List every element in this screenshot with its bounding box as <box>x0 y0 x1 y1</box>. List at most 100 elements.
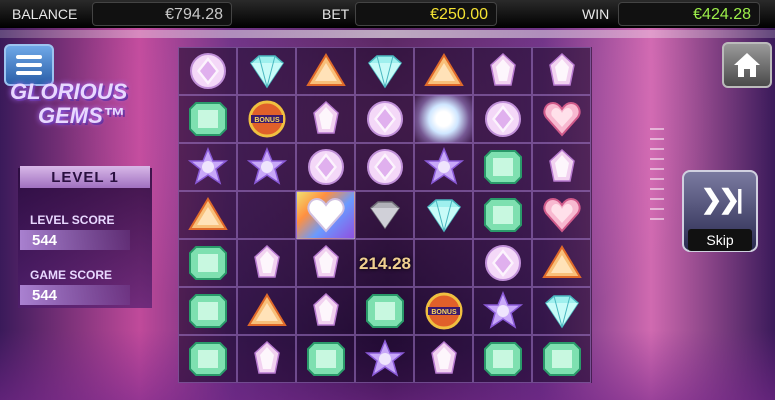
grid-cell <box>178 287 237 335</box>
level-indicator: LEVEL 1 <box>20 166 150 188</box>
fast-forward-icon: ❯❯| <box>700 184 744 214</box>
heart-gold-gem-icon <box>306 197 345 233</box>
grid-cell <box>532 95 591 143</box>
emerald-green-gem-icon <box>306 342 345 376</box>
grid-cell <box>473 239 532 287</box>
game-logo: GLORIOUS GEMS™ <box>10 80 160 140</box>
grid-cell <box>237 47 296 95</box>
grid-cell <box>355 335 414 383</box>
drop-pink-gem-icon <box>489 52 516 86</box>
svg-text:BONUS: BONUS <box>431 309 457 316</box>
balance-value: €794.28 <box>92 2 232 26</box>
bonus-gem-icon: BONUS <box>248 100 285 138</box>
heart-pink-gem-icon <box>542 197 581 233</box>
round-pink-gem-icon <box>484 101 521 137</box>
grid-cell <box>237 287 296 335</box>
grid-cell <box>296 95 355 143</box>
bet-label: BET <box>322 6 350 22</box>
grid-cell <box>532 143 591 191</box>
grid-cell <box>296 191 355 239</box>
grid-cell <box>414 191 473 239</box>
grid-cell <box>237 239 296 287</box>
balance-label: BALANCE <box>12 6 78 22</box>
drop-pink-gem-icon <box>253 340 280 374</box>
drop-pink-gem-icon <box>548 52 575 86</box>
round-pink-gem-icon <box>307 149 344 185</box>
grid-cell <box>414 95 473 143</box>
emerald-green-gem-icon <box>188 102 227 136</box>
status-bar: BALANCE €794.28 BET €250.00 WIN €424.28 <box>0 0 775 28</box>
triangle-orange-gem-icon <box>187 197 228 230</box>
grid-cell <box>355 287 414 335</box>
star-purple-gem-icon <box>482 291 523 329</box>
star-purple-gem-icon <box>364 339 405 377</box>
grid-cell <box>178 239 237 287</box>
grid-cell <box>473 95 532 143</box>
grid-cell <box>296 335 355 383</box>
round-pink-gem-icon <box>484 245 521 281</box>
diamond-cyan-gem-icon <box>544 295 579 329</box>
triangle-orange-gem-icon <box>541 245 582 278</box>
diamond-gray-gem-icon <box>369 201 400 230</box>
grid-cell <box>473 191 532 239</box>
round-pink-gem-icon <box>366 101 403 137</box>
heart-pink-gem-icon <box>542 101 581 137</box>
grid-cell <box>355 191 414 239</box>
grid-cell <box>473 47 532 95</box>
bet-value: €250.00 <box>355 2 497 26</box>
star-purple-gem-icon <box>246 147 287 185</box>
home-button[interactable] <box>722 42 772 88</box>
grid-cell <box>473 287 532 335</box>
grid-cell <box>355 143 414 191</box>
triangle-orange-gem-icon <box>305 53 346 86</box>
star-purple-gem-icon <box>423 147 464 185</box>
grid-cell <box>178 335 237 383</box>
gem-grid: BONUS BONUS <box>178 47 592 383</box>
win-label: WIN <box>582 6 610 22</box>
grid-cell <box>414 47 473 95</box>
grid-cell <box>355 47 414 95</box>
grid-cell <box>414 335 473 383</box>
bonus-gem-icon: BONUS <box>425 292 462 330</box>
grid-cell <box>178 95 237 143</box>
triangle-orange-gem-icon <box>246 293 287 326</box>
skip-label[interactable]: Skip <box>688 229 752 251</box>
drop-pink-gem-icon <box>548 148 575 182</box>
grid-cell <box>178 143 237 191</box>
emerald-green-gem-icon <box>483 150 522 184</box>
logo-line-2: GEMS™ <box>38 103 125 128</box>
grid-cell <box>355 95 414 143</box>
grid-cell <box>178 191 237 239</box>
emerald-green-gem-icon <box>542 342 581 376</box>
triangle-orange-gem-icon <box>423 53 464 86</box>
grid-cell <box>532 47 591 95</box>
grid-cell <box>296 143 355 191</box>
grid-cell <box>532 287 591 335</box>
game-score-value: 544 <box>20 285 130 305</box>
grid-cell <box>237 191 296 239</box>
drop-pink-gem-icon <box>430 340 457 374</box>
grid-cell <box>296 287 355 335</box>
emerald-green-gem-icon <box>483 198 522 232</box>
diamond-cyan-gem-icon <box>426 199 461 233</box>
drop-pink-gem-icon <box>253 244 280 278</box>
level-score-value: 544 <box>20 230 130 250</box>
diamond-cyan-gem-icon <box>367 55 402 89</box>
drop-pink-gem-icon <box>312 292 339 326</box>
grid-cell <box>296 47 355 95</box>
diamond-cyan-gem-icon <box>249 55 284 89</box>
grid-cell <box>532 335 591 383</box>
grid-cell <box>178 47 237 95</box>
svg-text:BONUS: BONUS <box>254 117 280 124</box>
emerald-green-gem-icon <box>188 246 227 280</box>
side-markers <box>650 120 670 320</box>
grid-cell <box>237 335 296 383</box>
star-purple-gem-icon <box>187 147 228 185</box>
grid-cell <box>532 239 591 287</box>
hamburger-menu-icon <box>16 51 42 79</box>
round-pink-gem-icon <box>366 149 403 185</box>
logo-line-1: GLORIOUS <box>10 79 128 104</box>
grid-cell <box>532 191 591 239</box>
home-icon <box>734 53 760 77</box>
drop-pink-gem-icon <box>312 100 339 134</box>
